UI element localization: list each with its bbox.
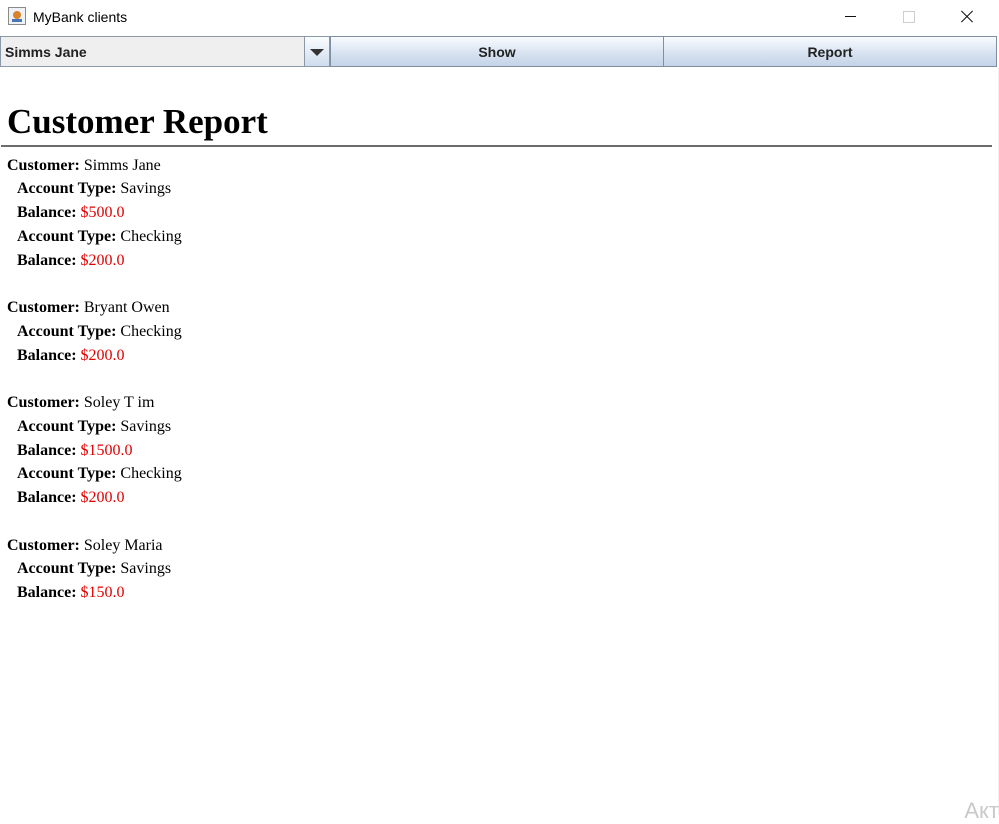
balance-line: Balance: $1500.0	[17, 442, 133, 460]
balance-label: Balance:	[17, 347, 77, 364]
balance-label: Balance:	[17, 252, 77, 269]
customer-line: Customer: Bryant Owen	[7, 299, 170, 317]
balance-value: $200.0	[80, 347, 125, 364]
customer-name: Bryant Owen	[83, 299, 170, 316]
balance-line: Balance: $200.0	[17, 252, 125, 270]
balance-value: $200.0	[80, 489, 125, 506]
window-title-bar: MyBank clients	[0, 0, 999, 36]
account-type-value: Checking	[120, 228, 182, 245]
balance-label: Balance:	[17, 489, 77, 506]
customer-name: Simms Jane	[83, 157, 161, 174]
account-type-line: Account Type: Savings	[17, 418, 171, 436]
report-divider	[1, 145, 992, 147]
account-type-value: Checking	[120, 323, 182, 340]
account-type-value: Savings	[120, 180, 172, 197]
report-button[interactable]: Report	[663, 36, 997, 67]
account-type-label: Account Type:	[17, 560, 117, 577]
customer-line: Customer: Soley Maria	[7, 537, 163, 555]
balance-value: $150.0	[80, 584, 125, 601]
customer-label: Customer:	[7, 299, 80, 316]
customer-label: Customer:	[7, 537, 80, 554]
minimize-window-button[interactable]	[822, 0, 880, 34]
balance-value: $500.0	[80, 204, 125, 221]
account-type-label: Account Type:	[17, 465, 117, 482]
balance-value: $1500.0	[80, 442, 133, 459]
toolbar: Simms Jane Show Report	[0, 36, 999, 68]
balance-line: Balance: $200.0	[17, 489, 125, 507]
customer-select[interactable]: Simms Jane	[0, 36, 330, 67]
customer-select-value: Simms Jane	[5, 44, 87, 60]
account-type-line: Account Type: Savings	[17, 560, 171, 578]
customer-label: Customer:	[7, 157, 80, 174]
account-type-line: Account Type: Checking	[17, 323, 182, 341]
account-type-value: Savings	[120, 418, 172, 435]
balance-line: Balance: $150.0	[17, 584, 125, 602]
balance-value: $200.0	[80, 252, 125, 269]
account-type-value: Savings	[120, 560, 172, 577]
activation-watermark: Акт	[964, 798, 999, 823]
maximize-window-button[interactable]	[879, 0, 937, 34]
customer-name: Soley T im	[83, 394, 155, 411]
customer-name: Soley Maria	[83, 537, 163, 554]
account-type-label: Account Type:	[17, 418, 117, 435]
balance-label: Balance:	[17, 442, 77, 459]
balance-line: Balance: $500.0	[17, 204, 125, 222]
customer-line: Customer: Soley T im	[7, 394, 154, 412]
java-app-icon	[8, 7, 26, 25]
dropdown-arrow-icon[interactable]	[304, 37, 329, 66]
show-button[interactable]: Show	[330, 36, 664, 67]
close-window-button[interactable]	[937, 0, 995, 34]
customer-label: Customer:	[7, 394, 80, 411]
report-title: Customer Report	[7, 102, 268, 141]
customer-line: Customer: Simms Jane	[7, 157, 161, 175]
balance-line: Balance: $200.0	[17, 347, 125, 365]
account-type-label: Account Type:	[17, 323, 117, 340]
balance-label: Balance:	[17, 204, 77, 221]
account-type-label: Account Type:	[17, 228, 117, 245]
window-title: MyBank clients	[33, 9, 128, 25]
account-type-label: Account Type:	[17, 180, 117, 197]
account-type-line: Account Type: Savings	[17, 180, 171, 198]
balance-label: Balance:	[17, 584, 77, 601]
account-type-line: Account Type: Checking	[17, 465, 182, 483]
report-panel: Customer Report Customer: Simms Jane Acc…	[0, 68, 999, 815]
account-type-line: Account Type: Checking	[17, 228, 182, 246]
account-type-value: Checking	[120, 465, 182, 482]
